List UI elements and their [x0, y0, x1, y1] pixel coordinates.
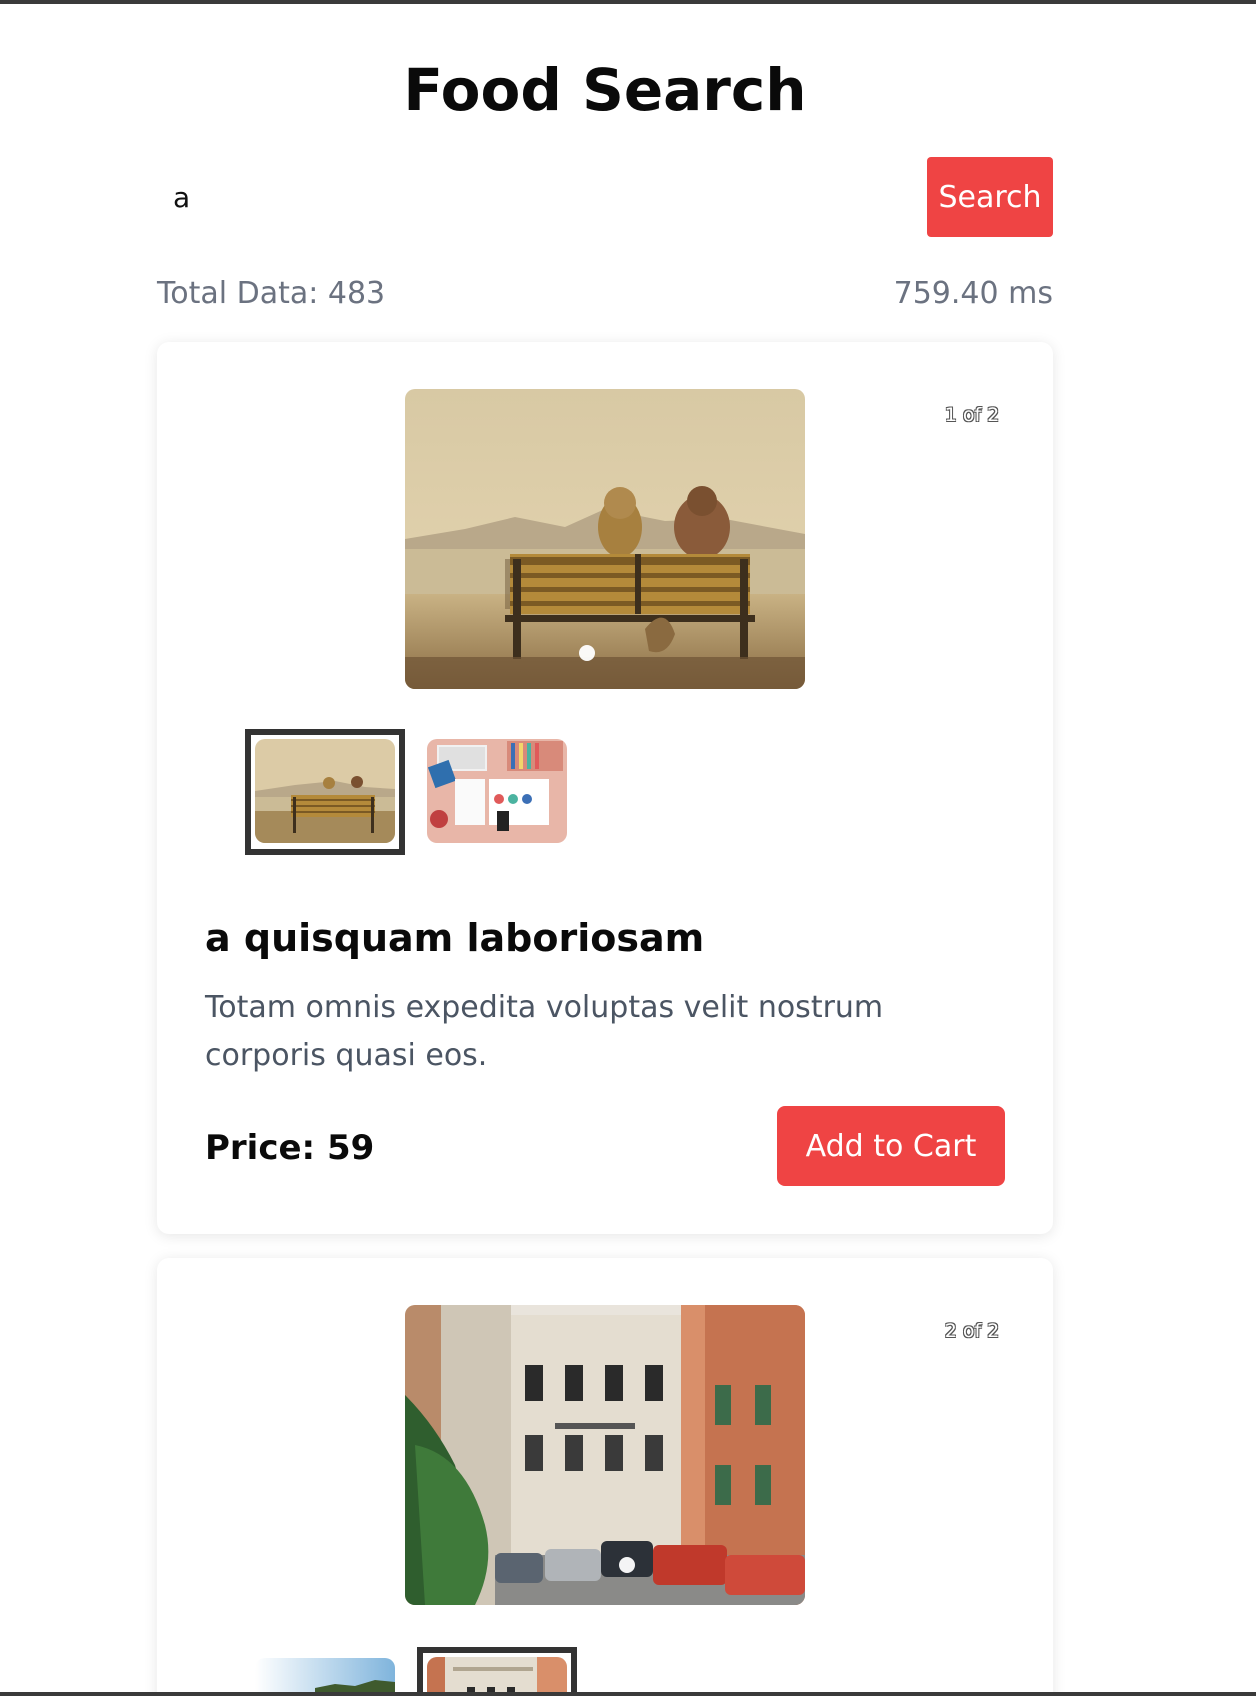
item-description: Totam omnis expedita voluptas velit nost…: [205, 990, 884, 1073]
carousel-counter: 1 of 2: [944, 404, 1000, 426]
result-card: 2 of 2: [157, 1258, 1053, 1692]
search-bar: Search: [157, 157, 1053, 237]
carousel-counter: 2 of 2: [944, 1320, 1000, 1342]
carousel-dot[interactable]: [619, 1557, 635, 1573]
item-price: Price: 59: [205, 1128, 375, 1168]
add-to-cart-button[interactable]: Add to Cart: [777, 1106, 1005, 1186]
window-bottom-border: [0, 1692, 1256, 1696]
search-input[interactable]: [157, 157, 927, 237]
bench-by-sea-photo: [405, 389, 805, 689]
search-button[interactable]: Search: [927, 157, 1053, 237]
thumbnail-2[interactable]: [427, 739, 567, 843]
item-title: a quisquam laboriosam: [205, 916, 705, 960]
thumbnail-1[interactable]: [255, 739, 395, 843]
page-title: Food Search: [403, 56, 807, 124]
query-time-label: 759.40 ms: [893, 276, 1053, 311]
bench-by-sea-photo: [255, 739, 395, 843]
result-card: 1 of 2 a quisquam laboriosam Totam omnis…: [157, 342, 1053, 1234]
carousel-dot[interactable]: [579, 645, 595, 661]
total-data-label: Total Data: 483: [157, 276, 386, 311]
desk-flatlay-photo: [427, 739, 567, 843]
food-search-page: Food Search Search Total Data: 483 759.4…: [0, 0, 1256, 1692]
sky-landscape-photo: [255, 1658, 395, 1692]
thumbnail-1[interactable]: [255, 1658, 395, 1692]
carousel-main-image[interactable]: [405, 1305, 805, 1605]
old-town-street-photo: [405, 1305, 805, 1605]
old-town-street-photo: [427, 1657, 567, 1692]
carousel-main-image[interactable]: [405, 389, 805, 689]
thumbnail-2[interactable]: [427, 1657, 567, 1692]
